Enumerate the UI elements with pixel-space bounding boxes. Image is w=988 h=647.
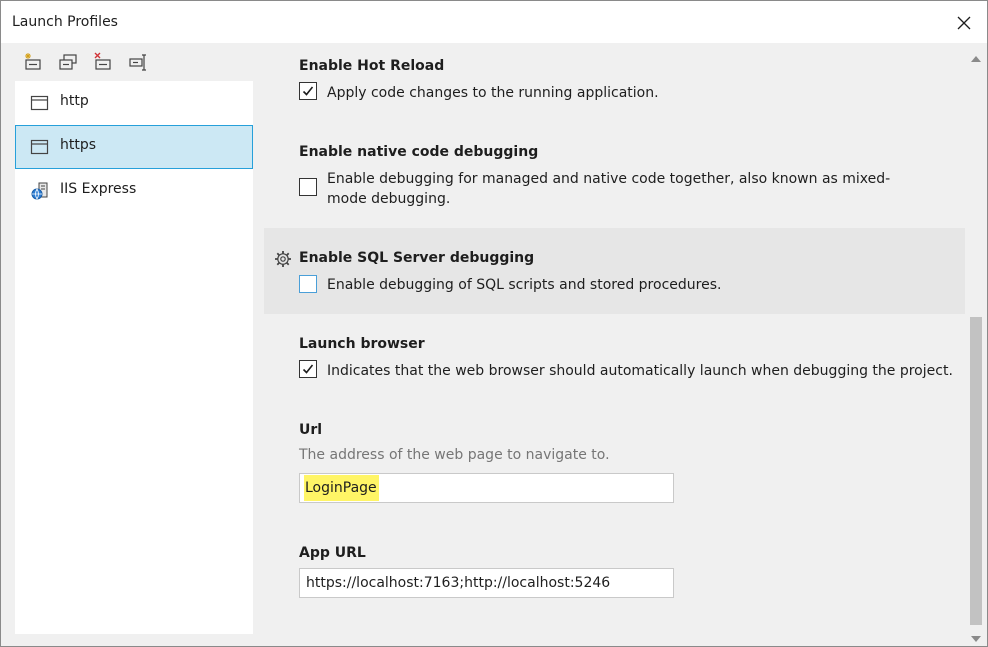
scrollbar-thumb[interactable]: [970, 317, 982, 625]
vertical-scrollbar[interactable]: [965, 43, 987, 646]
profiles-list: http https IIS Express: [15, 81, 253, 634]
dialog-title: Launch Profiles: [12, 14, 118, 30]
profile-item-iis-express[interactable]: IIS Express: [15, 169, 253, 213]
launch-browser-description: Indicates that the web browser should au…: [327, 363, 953, 379]
scroll-up-icon[interactable]: [970, 49, 982, 62]
delete-profile-icon[interactable]: [93, 52, 113, 72]
hot-reload-heading: Enable Hot Reload: [299, 58, 445, 74]
close-icon[interactable]: [953, 12, 975, 34]
rename-profile-icon[interactable]: [128, 52, 148, 72]
hot-reload-checkbox[interactable]: [299, 82, 317, 100]
launch-profiles-dialog: Launch Profiles http https IIS Express E…: [0, 0, 988, 647]
sql-debug-heading: Enable SQL Server debugging: [299, 250, 535, 266]
sql-debug-checkbox[interactable]: [299, 275, 317, 293]
app-url-input[interactable]: https://localhost:7163;http://localhost:…: [299, 568, 674, 598]
profile-item-http[interactable]: http: [15, 81, 253, 125]
url-subtext: The address of the web page to navigate …: [299, 447, 610, 463]
new-profile-icon[interactable]: [23, 52, 43, 72]
launch-browser-heading: Launch browser: [299, 336, 425, 352]
url-input[interactable]: LoginPage: [299, 473, 674, 503]
window-icon: [30, 94, 50, 112]
sql-debug-description: Enable debugging of SQL scripts and stor…: [327, 277, 722, 293]
hot-reload-description: Apply code changes to the running applic…: [327, 85, 659, 101]
profile-label: https: [60, 137, 97, 153]
native-debug-description: Enable debugging for managed and native …: [327, 171, 891, 207]
app-url-heading: App URL: [299, 545, 366, 561]
title-bar: Launch Profiles: [1, 1, 987, 43]
gear-icon: [274, 250, 292, 268]
duplicate-profile-icon[interactable]: [58, 52, 78, 72]
sql-debug-section: [264, 228, 965, 314]
window-icon: [30, 138, 50, 156]
profile-label: http: [60, 93, 89, 109]
scroll-down-icon[interactable]: [970, 629, 982, 642]
launch-browser-checkbox[interactable]: [299, 360, 317, 378]
url-value: LoginPage: [304, 475, 379, 501]
profile-item-https[interactable]: https: [15, 125, 253, 169]
native-debug-checkbox[interactable]: [299, 178, 317, 196]
url-heading: Url: [299, 422, 323, 438]
settings-panel: Enable Hot Reload Apply code changes to …: [264, 43, 965, 646]
app-url-value: https://localhost:7163;http://localhost:…: [306, 575, 611, 591]
native-debug-heading: Enable native code debugging: [299, 144, 539, 160]
profile-label: IIS Express: [60, 181, 137, 197]
iis-globe-icon: [30, 182, 50, 200]
profiles-pane: http https IIS Express: [1, 43, 263, 646]
